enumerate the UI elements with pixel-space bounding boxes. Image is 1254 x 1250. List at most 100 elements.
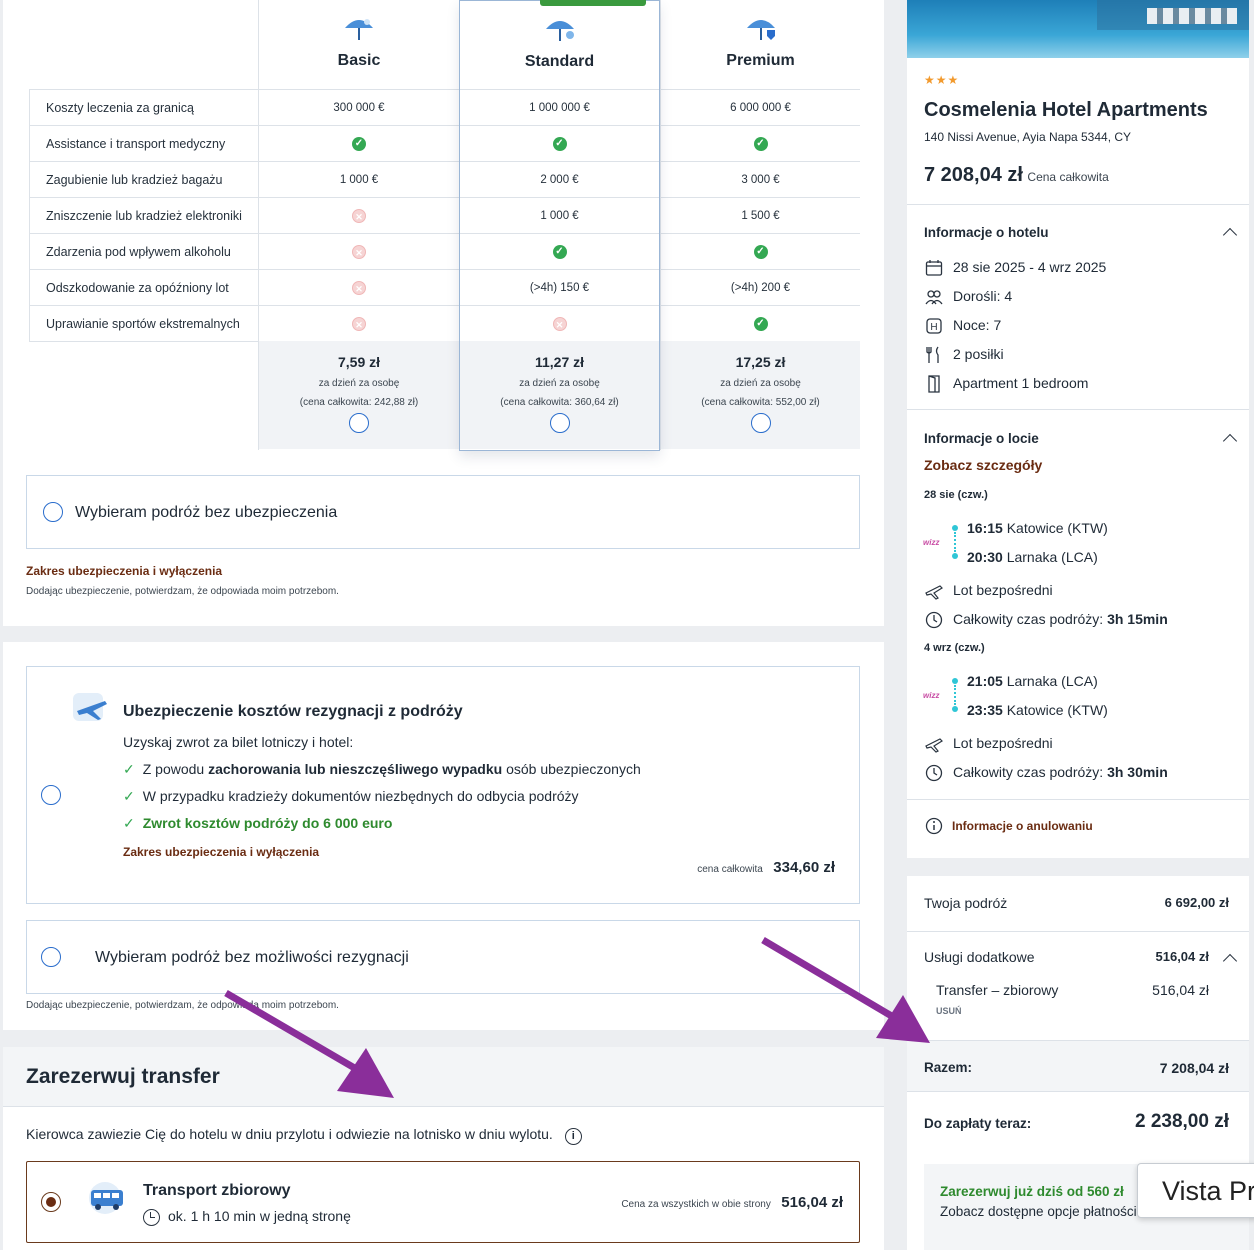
coverage-value: ✓	[661, 305, 860, 341]
coverage-label: Zagubienie lub kradzież bagażu	[29, 161, 261, 197]
no-cancellation-radio[interactable]	[41, 947, 61, 967]
route-line	[954, 685, 956, 705]
chevron-up-icon[interactable]	[1222, 953, 1238, 969]
check-icon: ✓	[552, 244, 567, 259]
cancellation-intro: Uzyskaj zwrot za bilet lotniczy i hotel:	[123, 734, 354, 750]
airport: Katowice (KTW)	[1002, 702, 1108, 718]
summary-label: Usługi dodatkowe	[924, 949, 1035, 965]
hotel-icon: H	[926, 318, 942, 334]
return-direct: Lot bezpośredni	[953, 735, 1053, 751]
summary-total-value: 7 208,04 zł	[1159, 1060, 1229, 1076]
duration-value: 3h 15min	[1107, 611, 1168, 627]
no-insurance-option[interactable]: Wybieram podróż bez ubezpieczenia	[26, 475, 860, 549]
coverage-value: 3 000 €	[661, 161, 860, 197]
cancellation-benefit-1: ✓ Z powodu zachorowania lub nieszczęśliwe…	[123, 761, 641, 778]
airline-logo: wizz	[923, 691, 940, 700]
coverage-value: 1 500 €	[661, 197, 860, 233]
plan-name-basic: Basic	[337, 52, 381, 69]
plan-radio-basic[interactable]	[349, 413, 369, 433]
cancellation-confirm-note: Dodając ubezpieczenie, potwierdzam, że o…	[26, 1000, 339, 1011]
coverage-value: 2 000 €	[460, 161, 659, 197]
plan-price-standard[interactable]: 11,27 zł za dzień za osobę (cena całkowi…	[460, 341, 659, 449]
outbound-date: 28 sie (czw.)	[924, 489, 988, 501]
transfer-radio[interactable]	[41, 1192, 61, 1212]
coverage-value: ✕	[460, 305, 659, 341]
chevron-up-icon[interactable]	[1222, 433, 1238, 449]
summary-label: Twoja podróż	[924, 895, 1008, 911]
plane-icon	[925, 585, 943, 600]
flight-time: 20:30	[967, 549, 1003, 565]
benefit-highlight: Zwrot kosztów podróży do 6 000 euro	[142, 815, 393, 831]
cancellation-benefit-3: ✓ Zwrot kosztów podróży do 6 000 euro	[123, 815, 392, 832]
check-icon: ✓	[123, 761, 135, 777]
summary-extras-row[interactable]: Usługi dodatkowe 516,04 zł	[924, 949, 1209, 965]
arrival-dot	[952, 553, 958, 559]
coverage-value: ✓	[460, 233, 659, 269]
travel-insurance-card: Basic Standard Premium Koszty leczenia z…	[3, 0, 884, 626]
no-cancellation-option[interactable]: Wybieram podróż bez możliwości rezygnacj…	[26, 920, 860, 994]
check-icon: ✓	[552, 136, 567, 151]
coverage-label: Odszkodowanie za opóźniony lot	[29, 269, 261, 305]
plan-name-standard: Standard	[524, 53, 595, 70]
hotel-name[interactable]: Cosmelenia Hotel Apartments	[924, 99, 1208, 122]
plan-radio-standard[interactable]	[549, 413, 570, 433]
remove-transfer-link[interactable]: USUŃ	[936, 1006, 962, 1016]
coverage-value: 1 000 000 €	[460, 89, 659, 125]
plan-price-basic[interactable]: 7,59 zł za dzień za osobę (cena całkowit…	[259, 341, 459, 449]
no-insurance-radio[interactable]	[43, 502, 63, 522]
cutlery-icon	[926, 346, 939, 363]
cancellation-option[interactable]: Ubezpieczenie kosztów rezygnacji z podró…	[26, 666, 860, 904]
hotel-address: 140 Nissi Avenue, Ayia Napa 5344, CY	[924, 130, 1132, 144]
summary-value: 516,04 zł	[1152, 982, 1209, 998]
check-icon: ✓	[753, 316, 768, 331]
hotel-photo	[907, 0, 1249, 58]
check-icon: ✓	[123, 815, 135, 831]
flight-info-title[interactable]: Informacje o locie	[924, 431, 1039, 446]
coverage-value: 6 000 000 €	[661, 89, 860, 125]
plan-name-premium: Premium	[726, 52, 795, 69]
coverage-value: ✕	[259, 233, 459, 269]
cancellation-info-link[interactable]: Informacje o anulowaniu	[952, 819, 1093, 833]
coverage-value: (>4h) 150 €	[460, 269, 659, 305]
hotel-stars: ★★★	[924, 73, 960, 87]
coverage-value: 1 000 €	[259, 161, 459, 197]
coverage-label: Assistance i transport medyczny	[29, 125, 261, 161]
flight-time: 16:15	[967, 520, 1003, 536]
cancellation-scope-link[interactable]: Zakres ubezpieczenia i wyłączenia	[123, 845, 319, 859]
promo-title: Zarezerwuj już dziś od 560 zł	[940, 1184, 1124, 1199]
transfer-time: ok. 1 h 10 min w jedną stronę	[168, 1208, 351, 1224]
plan-radio-premium[interactable]	[750, 413, 771, 433]
plan-price: 11,27 zł	[534, 354, 585, 370]
plan-price-premium[interactable]: 17,25 zł za dzień za osobę (cena całkowi…	[661, 341, 860, 449]
coverage-value: (>4h) 200 €	[661, 269, 860, 305]
info-icon	[925, 817, 943, 835]
insurance-confirm-note: Dodając ubezpieczenie, potwierdzam, że o…	[26, 586, 339, 597]
chevron-up-icon[interactable]	[1222, 227, 1238, 243]
summary-total-label: Razem:	[924, 1060, 973, 1075]
plan-price: 7,59 zł	[337, 354, 381, 370]
check-icon: ✓	[123, 788, 135, 804]
coverage-value: ✓	[259, 125, 459, 161]
cross-icon: ✕	[352, 208, 366, 223]
flight-details-link[interactable]: Zobacz szczegóły	[924, 457, 1042, 473]
plan-price: 17,25 zł	[735, 354, 786, 370]
return-arrival: 23:35 Katowice (KTW)	[967, 702, 1108, 718]
door-icon	[928, 375, 940, 393]
hotel-info-title[interactable]: Informacje o hotelu	[924, 225, 1049, 240]
clock-icon	[925, 764, 943, 782]
transfer-option-name: Transport zbiorowy	[143, 1182, 291, 1199]
arrival-dot	[952, 706, 958, 712]
cancellation-radio[interactable]	[41, 785, 61, 805]
insurance-scope-link[interactable]: Zakres ubezpieczenia i wyłączenia	[26, 564, 222, 578]
coverage-label: Koszty leczenia za granicą	[29, 89, 261, 125]
hotel-meals: 2 posiłki	[953, 346, 1004, 362]
price-label: cena całkowita	[697, 864, 763, 875]
info-icon[interactable]: i	[564, 1128, 582, 1145]
hotel-total-row: 7 208,04 zł Cena całkowita	[924, 164, 1109, 187]
transfer-option-shared[interactable]: Transport zbiorowy ok. 1 h 10 min w jedn…	[26, 1161, 860, 1243]
summary-value: 6 692,00 zł	[1164, 895, 1229, 910]
hotel-nights: Noce: 7	[953, 317, 1002, 333]
cancellation-benefit-2: ✓ W przypadku kradzieży dokumentów niezbę…	[123, 788, 579, 805]
airport: Katowice (KTW)	[1002, 520, 1108, 536]
plane-icon	[73, 693, 107, 721]
